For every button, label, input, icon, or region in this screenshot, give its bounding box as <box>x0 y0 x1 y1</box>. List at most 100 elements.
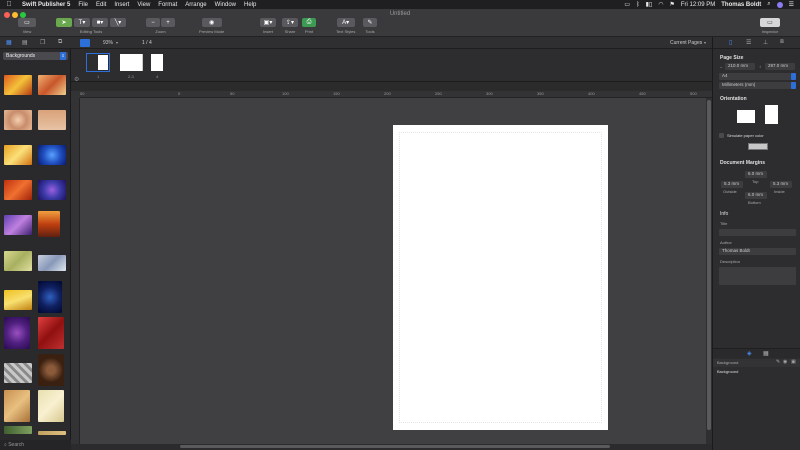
background-thumbnail[interactable] <box>38 281 62 313</box>
margin-inside-field[interactable]: 5.3 mm <box>770 181 792 188</box>
background-thumbnail[interactable] <box>38 354 64 386</box>
text-tool-button[interactable]: T▾ <box>74 18 90 27</box>
vertical-scroll-thumb[interactable] <box>707 100 711 430</box>
select-tool-button[interactable]: ➤ <box>56 18 72 27</box>
preview-mode-button[interactable]: ◉ <box>201 18 222 27</box>
clock-text[interactable]: Fri 12:09 PM <box>681 2 715 8</box>
background-thumbnail[interactable] <box>38 145 66 165</box>
clip-tab-icon[interactable]: ⧉ <box>58 39 62 46</box>
document-tab-icon[interactable]: ▯ <box>729 39 732 46</box>
menu-insert[interactable]: Insert <box>110 2 133 8</box>
landscape-orientation-button[interactable] <box>737 110 755 123</box>
description-field[interactable] <box>719 267 796 285</box>
background-thumbnail[interactable] <box>4 363 32 383</box>
margin-outside-field[interactable]: 5.3 mm <box>721 181 743 188</box>
background-thumbnail[interactable] <box>38 255 66 271</box>
background-thumbnail[interactable] <box>4 317 30 349</box>
background-category-select[interactable]: Backgrounds ⇕ <box>3 52 68 60</box>
page-counter[interactable]: 1 / 4 <box>142 40 152 46</box>
page-thumbnail-2-3[interactable] <box>120 54 143 71</box>
settings-gear-icon[interactable]: ⚙ <box>74 76 79 83</box>
zoom-value[interactable]: 93% <box>103 40 113 46</box>
chevron-down-icon[interactable]: ▾ <box>704 40 706 45</box>
layers-stack-icon[interactable]: ◈ <box>747 350 752 357</box>
page-grid-button[interactable] <box>80 39 90 47</box>
background-thumbnail[interactable] <box>4 75 32 95</box>
background-search-field[interactable]: ⌕ Search <box>0 440 71 450</box>
user-name[interactable]: Thomas Boldt <box>721 2 761 8</box>
simulate-paper-checkbox[interactable] <box>719 133 724 138</box>
page-thumbnail-4[interactable] <box>151 54 163 71</box>
visibility-eye-icon[interactable]: ◉ <box>783 359 787 365</box>
cast-icon[interactable]: ▭ <box>624 1 630 8</box>
chevron-down-icon[interactable]: ▾ <box>116 40 118 45</box>
background-thumbnail[interactable] <box>38 211 60 237</box>
margin-top-field[interactable]: 6.0 mm <box>745 171 767 178</box>
siri-icon[interactable] <box>776 1 783 8</box>
background-thumbnail[interactable] <box>38 390 64 422</box>
page-height-field[interactable]: 297.0 mm <box>765 63 795 70</box>
horizontal-scroll-thumb[interactable] <box>180 445 610 448</box>
pages-tab-icon[interactable]: ▤ <box>22 39 28 46</box>
horizontal-ruler[interactable]: 50 0 50 100 150 200 250 300 350 400 450 … <box>80 91 712 98</box>
search-icon[interactable]: ⌕ <box>767 1 770 8</box>
background-thumbnail[interactable] <box>4 290 32 310</box>
view-button[interactable]: ▭ <box>18 18 36 27</box>
layer-lock-icon[interactable]: ▣ <box>791 359 796 365</box>
title-field[interactable] <box>719 229 796 236</box>
background-thumbnail[interactable] <box>38 110 66 130</box>
menu-file[interactable]: File <box>74 2 92 8</box>
menu-help[interactable]: Help <box>240 2 260 8</box>
menu-arrange[interactable]: Arrange <box>181 2 210 8</box>
margin-bottom-field[interactable]: 6.0 mm <box>745 192 767 199</box>
style-tab-icon[interactable]: ⧈ <box>780 39 784 46</box>
background-thumbnail[interactable] <box>38 75 66 95</box>
background-thumbnail[interactable] <box>4 215 32 235</box>
edit-pencil-icon[interactable]: ✎ <box>776 359 780 365</box>
inspector-button[interactable]: ▭ <box>760 18 780 27</box>
background-thumbnail[interactable] <box>4 110 32 130</box>
background-thumbnail[interactable] <box>4 390 30 422</box>
text-tab-icon[interactable]: ☰ <box>746 39 751 46</box>
menu-window[interactable]: Window <box>211 2 240 8</box>
arrange-tab-icon[interactable]: ⊥ <box>763 39 768 46</box>
battery-icon[interactable]: ▮▯ <box>646 1 653 8</box>
portrait-orientation-button[interactable] <box>765 105 778 124</box>
background-thumbnail[interactable] <box>4 180 32 200</box>
layers-tab-icon[interactable]: ▦ <box>6 39 12 46</box>
page-thumbnail-1[interactable] <box>86 53 110 72</box>
menu-edit[interactable]: Edit <box>92 2 110 8</box>
zoom-out-button[interactable]: − <box>146 18 160 27</box>
tools-button[interactable]: ✎ <box>363 18 377 27</box>
text-styles-button[interactable]: A▾ <box>336 18 355 27</box>
page-width-field[interactable]: 210.0 mm <box>725 63 755 70</box>
background-thumbnail[interactable] <box>38 180 66 200</box>
units-select[interactable]: Millimeters (mm) <box>719 82 796 89</box>
line-tool-button[interactable]: ╲▾ <box>110 18 126 27</box>
background-thumbnail[interactable] <box>4 145 32 165</box>
menu-format[interactable]: Format <box>154 2 181 8</box>
pages-dropdown[interactable]: Current Pages <box>670 40 702 46</box>
share-button[interactable]: ⇪▾ <box>282 18 298 27</box>
background-thumbnail[interactable] <box>38 431 66 435</box>
menu-list-icon[interactable]: ☰ <box>789 1 794 8</box>
zoom-in-button[interactable]: + <box>161 18 175 27</box>
document-page[interactable] <box>393 125 608 430</box>
print-button[interactable]: ⎙ <box>302 18 316 27</box>
wifi-icon[interactable]: ◠ <box>658 1 663 8</box>
layers-grid-icon[interactable]: ▦ <box>763 350 769 357</box>
paper-color-well[interactable] <box>748 143 768 150</box>
bluetooth-icon[interactable]: ᛒ <box>636 2 640 8</box>
horizontal-scrollbar[interactable] <box>80 444 712 450</box>
flag-icon[interactable]: ⚑ <box>669 1 674 8</box>
author-field[interactable]: Thomas Boldt <box>719 248 796 255</box>
background-thumbnail[interactable] <box>4 426 32 434</box>
masters-tab-icon[interactable]: ❐ <box>40 39 45 46</box>
background-thumbnail[interactable] <box>4 251 32 271</box>
apple-icon[interactable]:  <box>0 1 18 8</box>
background-thumbnail[interactable] <box>38 317 64 349</box>
insert-button[interactable]: ▣▾ <box>260 18 276 27</box>
shape-tool-button[interactable]: ■▾ <box>92 18 108 27</box>
layer-row[interactable]: Background <box>713 368 800 376</box>
vertical-ruler[interactable] <box>71 98 80 444</box>
